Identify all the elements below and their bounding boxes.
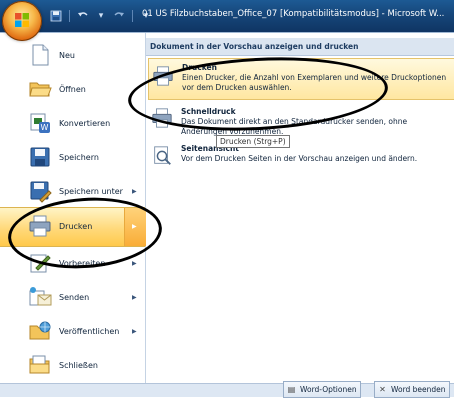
dropdown-icon[interactable]: ▾ <box>93 8 109 24</box>
menu-item-close[interactable]: Schließen <box>0 347 145 385</box>
svg-text:W: W <box>41 123 49 132</box>
menu-item-save-as[interactable]: Speichern unter ▶ <box>0 173 145 211</box>
chevron-right-icon: ▶ <box>132 328 137 335</box>
menu-item-label: Neu <box>59 51 75 60</box>
title-bar: ▾ ▾ 01 US Filzbuchstaben_Office_07 [Komp… <box>0 0 454 32</box>
menu-item-label: Senden <box>59 293 90 302</box>
menu-item-new[interactable]: Neu <box>0 37 145 75</box>
printer-icon <box>153 66 173 86</box>
quick-access-toolbar: ▾ ▾ <box>48 7 154 25</box>
close-icon: ✕ <box>379 385 386 394</box>
toolbar-separator <box>69 10 70 22</box>
redo-icon[interactable] <box>111 8 127 24</box>
menu-item-publish[interactable]: Veröffentlichen ▶ <box>0 313 145 351</box>
options-icon: ▤ <box>287 385 296 394</box>
prepare-icon <box>30 254 51 273</box>
exit-word-label: Word beenden <box>391 385 446 394</box>
undo-icon[interactable] <box>75 8 91 24</box>
menu-item-label: Speichern <box>59 153 99 162</box>
menu-item-label: Schließen <box>59 361 98 370</box>
send-icon <box>29 287 52 306</box>
menu-item-open[interactable]: Öffnen <box>0 71 145 109</box>
office-menu: Neu Öffnen W Konvertieren Speichern Spei… <box>0 32 454 384</box>
printer-icon <box>29 215 51 237</box>
window-title: 01 US Filzbuchstaben_Office_07 [Kompatib… <box>142 9 445 19</box>
submenu-header-text: Dokument in der Vorschau anzeigen und dr… <box>150 42 359 51</box>
menu-item-prepare[interactable]: Vorbereiten ▶ <box>0 245 145 283</box>
word-options-button[interactable]: ▤ Word-Optionen <box>283 381 361 398</box>
print-preview-icon <box>154 146 171 165</box>
submenu-header: Dokument in der Vorschau anzeigen und dr… <box>146 38 454 56</box>
menu-item-label: Veröffentlichen <box>59 327 120 336</box>
option-description: Das Dokument direkt an den Standarddruck… <box>181 117 408 136</box>
print-submenu: Dokument in der Vorschau anzeigen und dr… <box>146 33 454 384</box>
chevron-right-icon: ▶ <box>132 188 137 195</box>
menu-item-label: Drucken <box>59 222 93 231</box>
convert-icon: W <box>30 113 50 133</box>
quick-print-icon <box>152 108 172 128</box>
menu-footer: ▤ Word-Optionen ✕ Word beenden <box>0 381 454 398</box>
chevron-right-icon: ▶ <box>132 260 137 267</box>
folder-open-icon <box>29 82 52 97</box>
publish-icon <box>29 321 51 340</box>
close-folder-icon <box>29 355 50 374</box>
save-icon[interactable] <box>48 8 64 24</box>
chevron-right-icon: ▶ <box>132 223 137 230</box>
option-title: Drucken <box>182 63 217 72</box>
new-document-icon <box>32 44 49 66</box>
submenu-option-quick-print[interactable]: Schnelldruck Das Dokument direkt an den … <box>148 103 454 139</box>
menu-item-label: Öffnen <box>59 85 86 94</box>
word-options-label: Word-Optionen <box>300 385 357 394</box>
menu-item-save[interactable]: Speichern <box>0 139 145 177</box>
chevron-right-icon: ▶ <box>132 294 137 301</box>
save-icon <box>30 147 50 167</box>
submenu-option-print[interactable]: Drucken Einen Drucker, die Anzahl von Ex… <box>148 58 454 100</box>
menu-item-send[interactable]: Senden ▶ <box>0 279 145 317</box>
exit-word-button[interactable]: ✕ Word beenden <box>374 381 450 398</box>
option-description: Einen Drucker, die Anzahl von Exemplaren… <box>182 73 447 92</box>
toolbar-separator <box>132 10 133 22</box>
submenu-option-print-preview[interactable]: Seitenansicht Vor dem Drucken Seiten in … <box>148 141 454 171</box>
save-as-icon <box>30 181 52 203</box>
menu-command-list: Neu Öffnen W Konvertieren Speichern Spei… <box>0 33 146 384</box>
option-description: Vor dem Drucken Seiten in der Vorschau a… <box>181 154 418 163</box>
menu-item-print[interactable]: Drucken ▶ <box>0 207 146 247</box>
office-logo-icon <box>15 13 29 27</box>
menu-item-label: Konvertieren <box>59 119 111 128</box>
menu-item-label: Vorbereiten <box>59 259 106 268</box>
office-button[interactable] <box>2 1 42 41</box>
menu-item-convert[interactable]: W Konvertieren <box>0 105 145 143</box>
menu-item-label: Speichern unter <box>59 187 123 196</box>
option-title: Schnelldruck <box>181 107 236 116</box>
print-tooltip: Drucken (Strg+P) <box>216 135 290 148</box>
